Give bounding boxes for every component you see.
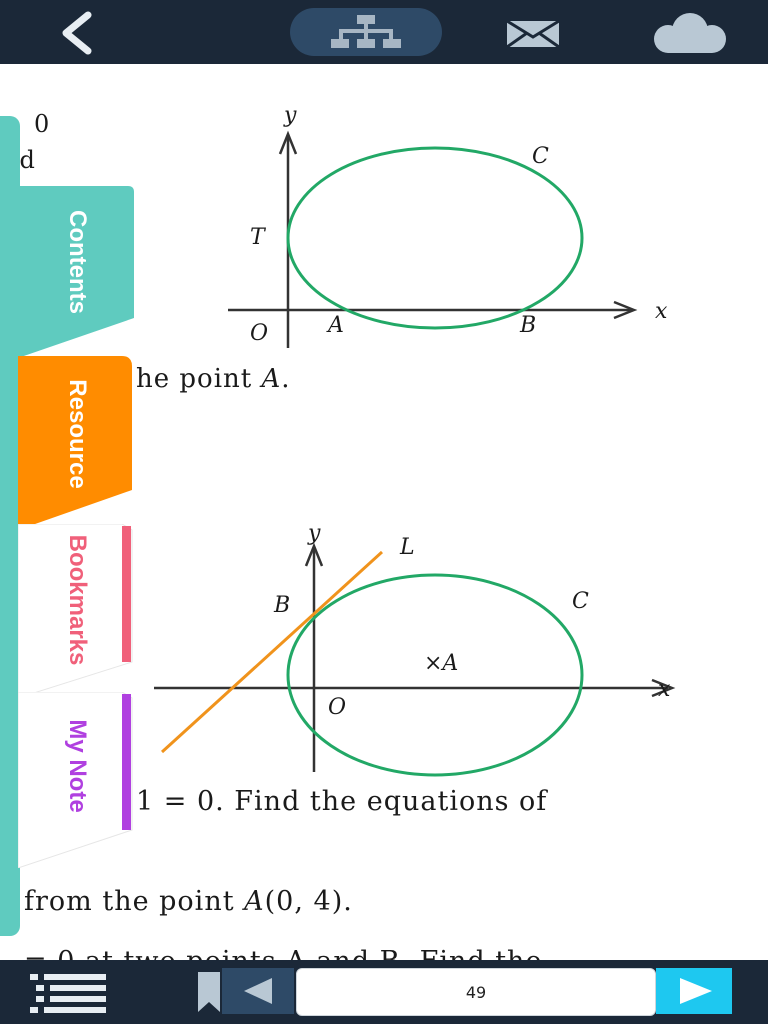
tab-my-note[interactable]: My Note (18, 692, 136, 868)
label-a: A (326, 313, 344, 338)
x-axis-label: x (655, 299, 668, 324)
text-line-equation: 1 = 0. Find the equations of (136, 786, 548, 817)
tab-my-note-label: My Note (64, 719, 91, 813)
menu-button[interactable] (28, 972, 110, 1016)
text-fragment-zero: 0 (34, 110, 50, 138)
page-number: 49 (465, 982, 487, 1002)
side-tab-panel (0, 116, 20, 936)
sitemap-button[interactable] (290, 8, 442, 56)
cloud-icon (654, 13, 726, 53)
top-toolbar (0, 0, 768, 64)
tab-resource[interactable]: Resource (18, 356, 136, 532)
mail-button[interactable] (500, 14, 566, 54)
x-axis-label: x (658, 677, 671, 702)
label-o: O (328, 695, 346, 720)
next-page-button[interactable] (656, 968, 732, 1014)
label-b: B (273, 593, 290, 618)
bookmark-button[interactable] (196, 968, 222, 1014)
back-button[interactable] (46, 8, 106, 58)
tab-bookmarks-label: Bookmarks (64, 534, 91, 666)
y-axis-label: y (307, 521, 321, 546)
tab-contents-label: Contents (64, 210, 91, 314)
cloud-button[interactable] (640, 10, 736, 56)
figure-circle-tangent-line: y x L C B O ×A (154, 521, 676, 777)
line-l (160, 550, 384, 754)
figure-circle-tangent-y: y x C T O A B (228, 103, 668, 348)
label-l: L (399, 535, 415, 560)
sitemap-icon (331, 15, 401, 48)
tab-resource-label: Resource (64, 379, 91, 489)
label-c: C (572, 589, 589, 614)
tab-bookmarks[interactable]: Bookmarks (18, 524, 136, 700)
menu-icon (30, 974, 106, 1013)
page-number-field[interactable]: 49 (296, 968, 656, 1016)
back-icon (62, 11, 92, 55)
label-c: C (532, 144, 549, 169)
text-line-from: from the point A(0, 4). (24, 886, 353, 917)
prev-page-icon (244, 978, 272, 1004)
label-b: B (519, 313, 536, 338)
text-line-cut: = 0 at two points A and B. Find the (24, 946, 542, 960)
label-a: ×A (424, 651, 458, 676)
label-o: O (250, 321, 268, 346)
label-t: T (250, 225, 267, 250)
bookmark-icon (198, 972, 220, 1012)
circle-c (286, 146, 584, 330)
mail-icon (506, 19, 560, 49)
tab-contents[interactable]: Contents (18, 186, 136, 358)
y-axis-label: y (283, 103, 297, 128)
text-line-point: he point A. (136, 364, 291, 394)
prev-page-button[interactable] (222, 968, 294, 1014)
next-page-icon (680, 978, 712, 1004)
